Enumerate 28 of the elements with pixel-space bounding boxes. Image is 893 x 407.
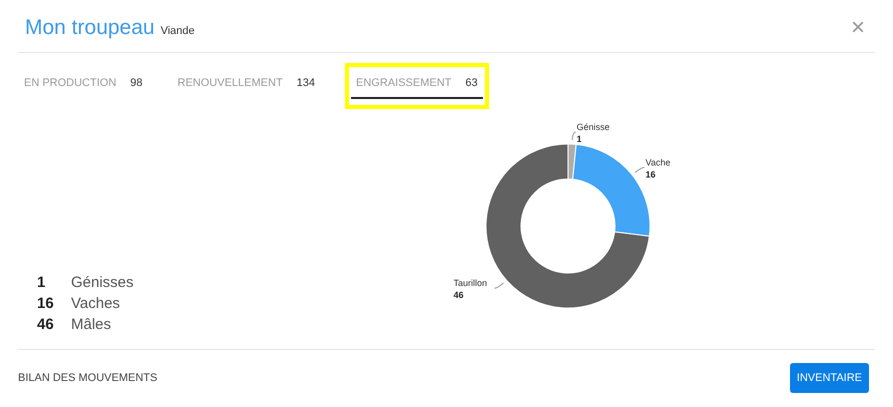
summary-label: Génisses [71,274,134,291]
tab-count: 134 [296,77,316,89]
summary-count: 1 [37,274,46,291]
window-title: Mon troupeau [25,16,155,40]
tab[interactable]: EN PRODUCTION 98 [19,73,148,99]
tab-label: EN PRODUCTION [24,77,116,89]
slice-value: 16 [646,169,656,180]
inventory-button[interactable]: INVENTAIRE [790,363,869,393]
tab-count: 98 [130,77,143,89]
summary-count: 46 [37,316,55,333]
slice-value: 1 [576,134,582,144]
slice-label: Taurillon [454,278,488,288]
leader-line [494,282,504,289]
slice-label: Vache [646,157,670,168]
tab[interactable]: RENOUVELLEMENT 134 [172,73,320,99]
leader-line [572,132,576,141]
leader-line [634,166,645,173]
window-subtitle: Viande [160,24,195,36]
summary-label: Mâles [71,316,112,333]
summary-count: 16 [37,295,55,312]
slice-label: Génisse [576,122,610,132]
movements-link[interactable]: BILAN DES MOUVEMENTS [18,372,158,384]
tab-count: 63 [465,77,478,89]
summary-label: Vaches [71,295,120,312]
tab-label: ENGRAISSEMENT [356,77,452,89]
slice-value: 46 [454,290,464,300]
tab-label: RENOUVELLEMENT [178,77,283,89]
tab[interactable]: ENGRAISSEMENT 63 [345,63,489,109]
